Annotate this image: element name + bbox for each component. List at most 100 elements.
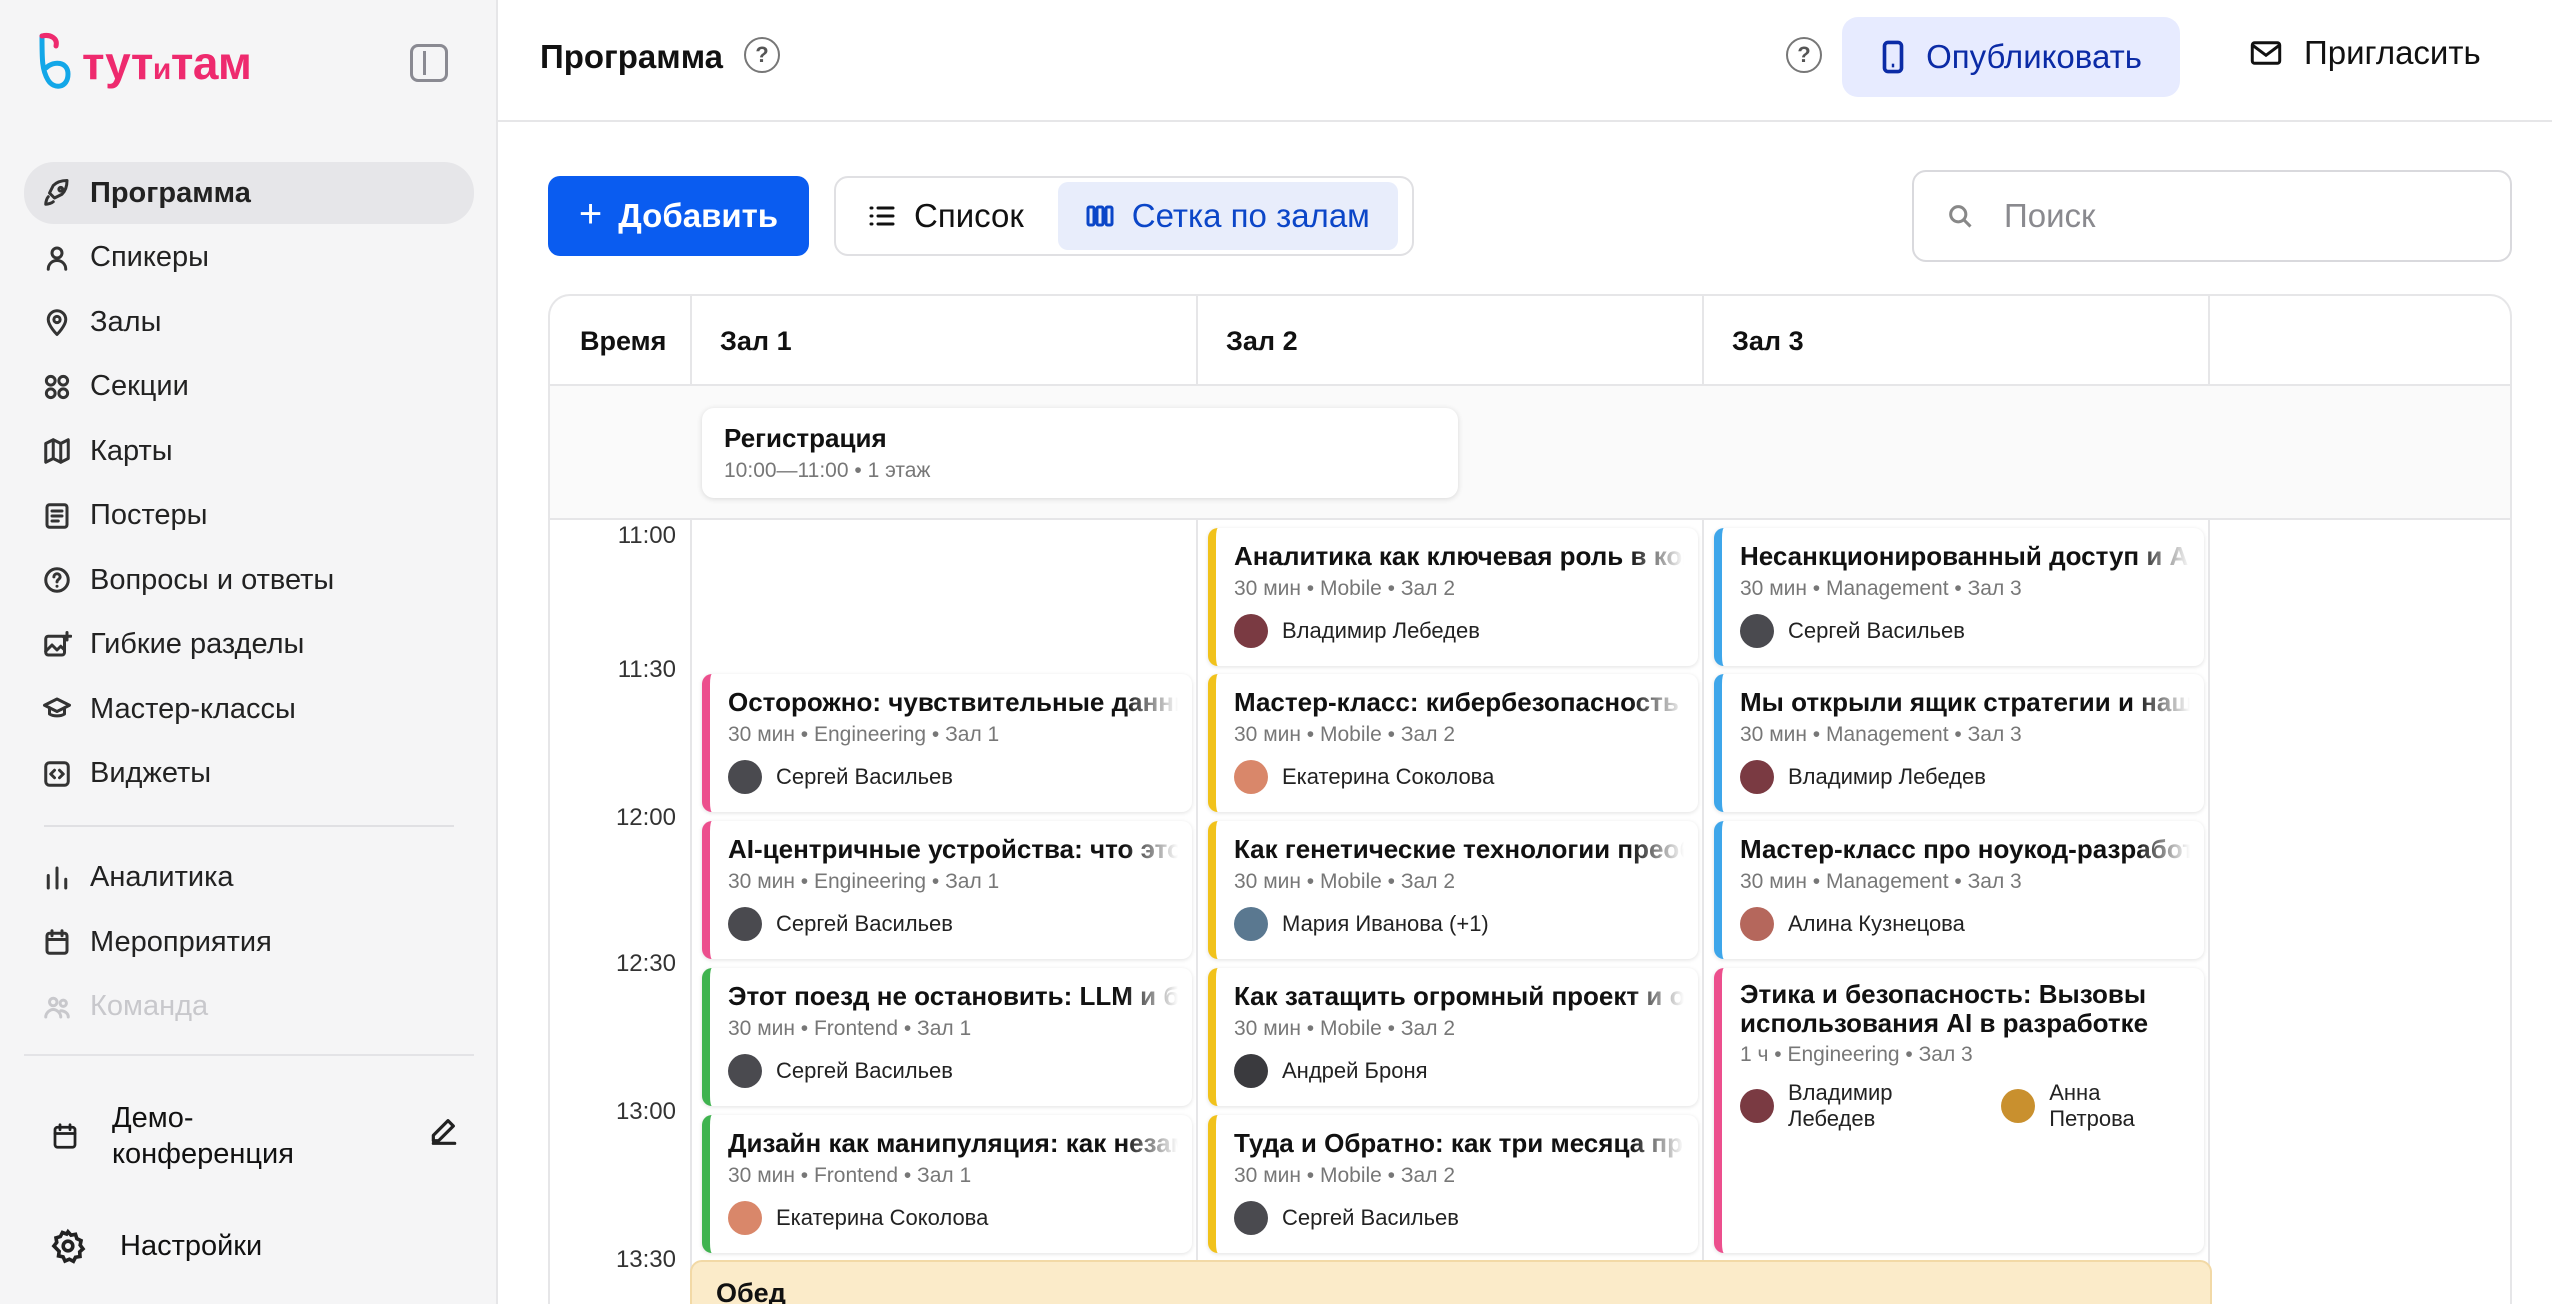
speaker: Мария Иванова (+1) [1234,907,1489,941]
sidebar-item-analytics[interactable]: Аналитика [24,847,474,909]
session-card[interactable]: Мастер-класс: кибербезопасность 30 мин •… [1208,674,1698,812]
session-title: Туда и Обратно: как три месяца проекта [1234,1128,1684,1158]
session-card[interactable]: Этот поезд не остановить: LLM и бу 30 ми… [702,968,1192,1106]
session-meta: 30 мин • Mobile • Зал 2 [1234,723,1455,746]
session-title: Этот поезд не остановить: LLM и бу [728,981,1178,1011]
gear-icon [51,1228,86,1264]
sidebar-item-label: Залы [90,305,162,338]
session-title: Как затащить огромный проект и остаться [1234,981,1684,1011]
sidebar-item-label: Секции [90,370,189,402]
avatar [1234,1201,1268,1235]
current-event[interactable]: Демо-конференция [50,1100,460,1172]
session-card[interactable]: Как затащить огромный проект и остаться … [1208,968,1698,1106]
lunch-block[interactable]: Обед [690,1260,2212,1304]
session-card[interactable]: Мастер-класс про ноукод-разработку 30 ми… [1714,821,2204,959]
list-icon [869,206,895,226]
publish-button[interactable]: Опубликовать [1842,17,2180,97]
mail-icon [2250,41,2282,65]
logo[interactable]: тутитам [34,30,252,96]
session-meta: 1 ч • Engineering • Зал 3 [1740,1043,1973,1066]
sidebar-item-events[interactable]: Мероприятия [24,911,474,973]
avatar [1234,614,1268,648]
view-grid-label: Сетка по залам [1131,197,1370,234]
sidebar-item-settings[interactable]: Настройки [50,1228,262,1264]
avatar [2001,1089,2036,1123]
avatar [1234,1054,1268,1088]
speaker-name: Алина Кузнецова [1788,911,1965,936]
sidebar-item-label: Программа [90,176,251,209]
top-bar: Программа ? ? Опубликовать Пригласить [498,0,2552,122]
sidebar-item-masterclasses[interactable]: Мастер-классы [24,678,474,740]
add-button[interactable]: + Добавить [548,176,809,256]
help-icon[interactable]: ? [744,37,780,73]
sidebar-item-label: Спикеры [90,241,209,273]
sidebar-item-qa[interactable]: Вопросы и ответы [24,549,474,611]
invite-button[interactable]: Пригласить [2250,34,2481,72]
session-title: Мастер-класс про ноукод-разработку [1740,834,2190,864]
speaker: Сергей Васильев [728,760,953,794]
sidebar-item-program[interactable]: Программа [24,162,474,224]
avatar [728,760,762,794]
session-card[interactable]: Как генетические технологии преображают … [1208,821,1698,959]
session-title: Аналитика как ключевая роль в компании [1234,541,1684,571]
registration-card[interactable]: Регистрация 10:00—11:00 • 1 этаж [702,408,1458,498]
time-label: 12:00 [615,804,676,831]
column-divider [1702,520,1704,1304]
session-card[interactable]: Дизайн как манипуляция: как незаметно 30… [702,1115,1192,1253]
map-icon [42,436,72,466]
sidebar-item-speakers[interactable]: Спикеры [24,227,474,289]
session-meta: 30 мин • Mobile • Зал 2 [1234,577,1455,600]
session-card[interactable]: AI-центричные устройства: что это 30 мин… [702,821,1192,959]
sidebar: тутитам Программа Спикеры Залы Секции Ка… [0,0,498,1304]
columns-icon [1086,205,1114,227]
speaker: Андрей Броня [1234,1054,1428,1088]
speaker: Екатерина Соколова [728,1201,988,1235]
view-list-tab[interactable]: Список [840,182,1052,250]
session-card[interactable]: Аналитика как ключевая роль в компании 3… [1208,528,1698,666]
sidebar-item-label: Настройки [120,1229,263,1262]
session-title: AI-центричные устройства: что это [728,834,1178,864]
speaker: Сергей Васильев [728,1054,953,1088]
avatar [1740,1089,1774,1123]
session-card[interactable]: Этика и безопасность: Вызовы использован… [1714,968,2204,1253]
speaker-name: Мария Иванова (+1) [1282,911,1489,936]
sidebar-item-maps[interactable]: Карты [24,420,474,482]
speaker: Алина Кузнецова [1740,907,1965,941]
session-meta: 30 мин • Mobile • Зал 2 [1234,1017,1455,1040]
view-grid-tab[interactable]: Сетка по залам [1057,182,1398,250]
sidebar-nav: Программа Спикеры Залы Секции Карты Пост… [24,162,474,1040]
session-card[interactable]: Мы открыли ящик стратегии и нашли 30 мин… [1714,674,2204,812]
speaker-name: Сергей Васильев [776,764,953,789]
sidebar-item-posters[interactable]: Постеры [24,485,474,547]
session-card[interactable]: Туда и Обратно: как три месяца проекта 3… [1208,1115,1698,1253]
calendar-icon [42,927,72,957]
search-input[interactable] [2004,197,2484,235]
sidebar-item-widgets[interactable]: Виджеты [24,743,474,805]
session-card[interactable]: Осторожно: чувствительные данные 30 мин … [702,674,1192,812]
sidebar-collapse-icon[interactable] [410,44,448,82]
session-title: Этика и безопасность: Вызовы использован… [1740,980,2149,1038]
sidebar-item-team[interactable]: Команда [24,976,474,1038]
sidebar-divider [24,1054,474,1056]
rocket-icon [42,178,72,208]
session-meta: 30 мин • Engineering • Зал 1 [728,723,1000,746]
session-card[interactable]: Несанкционированный доступ и AI 30 мин •… [1714,528,2204,666]
session-title: Несанкционированный доступ и AI [1740,541,2190,571]
sidebar-item-label: Команда [90,990,209,1022]
session-meta: 30 мин • Frontend • Зал 1 [728,1164,972,1187]
sidebar-item-label: Вопросы и ответы [90,563,335,596]
session-meta: 10:00—11:00 • 1 этаж [724,459,931,482]
speaker-name: Сергей Васильев [776,911,953,936]
phone-icon [1882,40,1904,74]
plus-icon: + [578,191,603,236]
help-icon[interactable]: ? [1786,37,1822,73]
question-icon [42,565,72,595]
sidebar-item-sections[interactable]: Секции [24,356,474,418]
sidebar-item-flex-sections[interactable]: Гибкие разделы [24,614,474,676]
speaker: Владимир Лебедев [1740,760,1986,794]
pencil-icon[interactable] [428,1114,460,1151]
speaker: Сергей Васильев [1740,614,1965,648]
speaker-name: Сергей Васильев [1282,1205,1459,1230]
sidebar-item-halls[interactable]: Залы [24,291,474,353]
speaker: Сергей Васильев [1234,1201,1459,1235]
